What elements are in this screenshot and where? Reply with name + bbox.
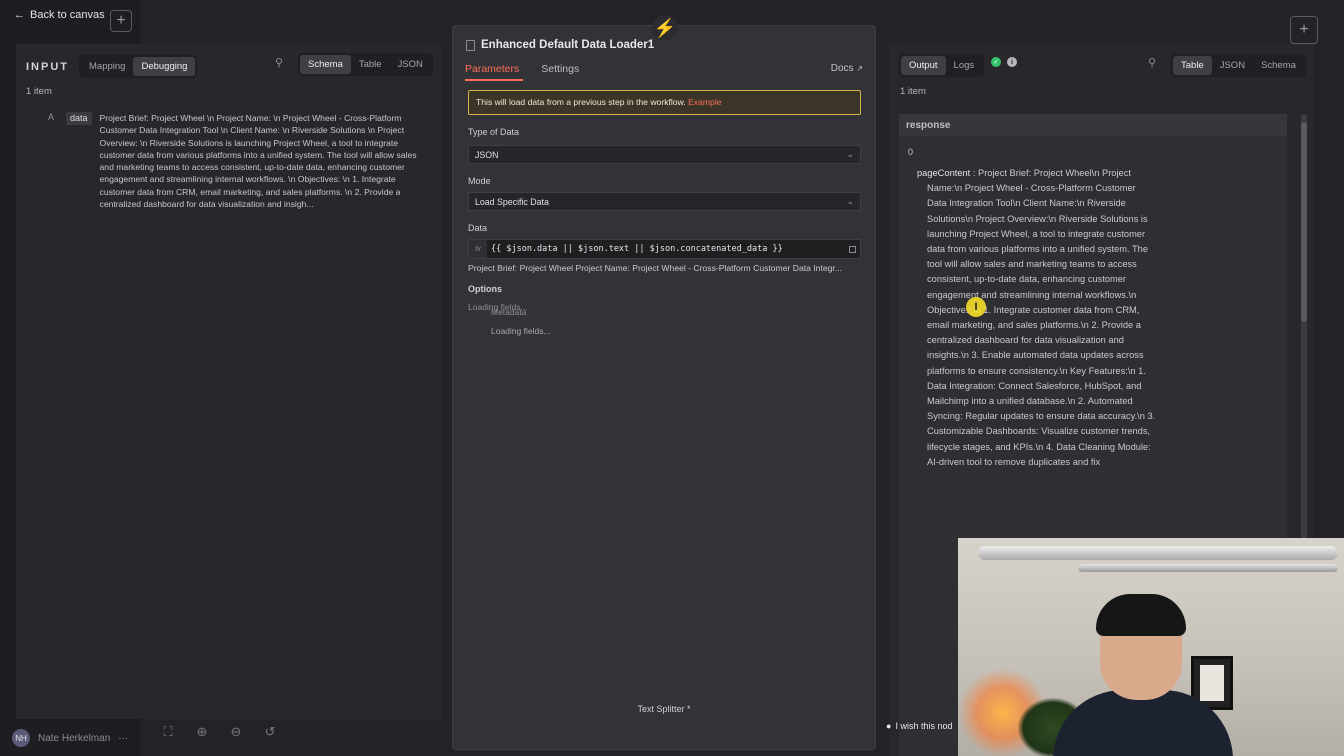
chevron-down-icon: ⌄ [846,196,854,206]
feedback-hint-text: I wish this nod [895,721,953,731]
user-name: Nate Herkelman [38,732,111,744]
output-item-count: 1 item [900,86,926,97]
tab-output[interactable]: Output [901,56,946,75]
feedback-hint[interactable]: ● I wish this nod [886,721,952,731]
back-to-canvas-button[interactable]: ← Back to canvas [14,9,105,21]
row-index: 0 [908,147,914,157]
output-view-toggle: Table JSON Schema [1171,54,1306,77]
tab-json[interactable]: JSON [1212,56,1253,75]
page-content-key: pageContent [917,168,971,178]
info-icon[interactable]: i [1007,57,1017,67]
chevron-down-icon: ⌄ [846,149,854,159]
search-icon[interactable]: ⚲ [1148,56,1156,69]
expression-result-preview: Project Brief: Project Wheel Project Nam… [468,263,842,273]
tab-schema[interactable]: Schema [300,55,351,74]
active-tab-indicator [465,79,523,81]
fx-icon: fx [469,240,487,258]
tab-parameters[interactable]: Parameters [465,63,519,75]
tab-json[interactable]: JSON [390,55,431,74]
mode-label: Mode [468,176,491,186]
input-mode-toggle: Mapping Debugging [79,55,198,78]
mode-value: Load Specific Data [475,197,549,207]
schema-field-value: Project Brief: Project Wheel \n Project … [99,113,417,210]
lightning-node-icon: ⚡ [652,15,678,41]
page-content-value: Project Brief: Project Wheel\n Project N… [927,168,1156,467]
zoom-out-icon[interactable]: ⊖ [228,724,244,740]
string-type-icon: A [48,112,55,122]
type-of-data-value: JSON [475,150,499,160]
scrollbar-thumb[interactable] [1301,122,1307,322]
mode-select[interactable]: Load Specific Data ⌄ [468,192,861,211]
user-menu[interactable]: NH Nate Herkelman ··· [12,729,128,747]
tab-logs[interactable]: Logs [946,56,983,75]
data-label: Data [468,223,488,233]
data-expression-value: {{ $json.data || $json.text || $json.con… [491,244,783,254]
add-node-plus-icon[interactable]: + [110,10,132,32]
webcam-pipe-lower [1078,564,1338,572]
tab-debugging[interactable]: Debugging [133,57,196,76]
lightbulb-icon: ● [886,721,892,731]
success-check-icon: ✓ [991,57,1001,67]
schema-field-row: A data Project Brief: Project Wheel \n P… [48,112,425,210]
fit-view-icon[interactable]: ⛶ [160,724,176,740]
notice-text: This will load data from a previous step… [476,97,686,107]
add-node-plus-icon-right[interactable]: + [1290,16,1318,44]
output-scrollbar[interactable] [1301,114,1307,594]
table-cell: pageContent : Project Brief: Project Whe… [917,168,1156,467]
tab-table[interactable]: Table [351,55,390,74]
back-to-canvas-label: Back to canvas [30,9,105,21]
docs-link[interactable]: Docs ↗ [831,63,863,74]
arrow-left-icon: ← [14,9,25,21]
tab-schema[interactable]: Schema [1253,56,1304,75]
external-link-icon: ↗ [856,64,863,73]
input-view-toggle: Schema Table JSON [298,53,433,76]
input-item-count: 1 item [26,86,52,97]
webcam-person-hair [1096,594,1186,636]
input-panel-title: INPUT [26,60,69,73]
schema-field-key[interactable]: data [66,112,92,125]
column-header-response: response [899,114,1287,136]
reset-icon[interactable]: ↺ [262,724,278,740]
text-splitter-connector-label[interactable]: Text Splitter * [453,704,875,714]
data-expression-input[interactable]: fx {{ $json.data || $json.text || $json.… [468,239,861,259]
tab-table[interactable]: Table [1173,56,1212,75]
metadata-label: Metadata [491,307,527,317]
webcam-pipe [978,546,1338,560]
type-of-data-label: Type of Data [468,127,520,137]
node-title[interactable]: Enhanced Default Data Loader1 [481,39,654,51]
search-icon[interactable]: ⚲ [275,56,283,69]
canvas-zoom-controls: ⛶ ⊕ ⊖ ↺ [160,724,278,740]
options-label: Options [468,284,502,294]
info-notice: This will load data from a previous step… [468,90,861,115]
expand-icon[interactable] [849,246,856,253]
more-options-icon[interactable]: ··· [118,733,128,744]
input-panel: INPUT Mapping Debugging ⚲ Schema Table J… [16,44,441,719]
avatar: NH [12,729,30,747]
output-mode-toggle: Output Logs [899,54,985,77]
node-parameters-panel: ⚡ Enhanced Default Data Loader1 Paramete… [452,15,876,750]
zoom-in-icon[interactable]: ⊕ [194,724,210,740]
text-cursor-icon: I [966,297,986,317]
tab-mapping[interactable]: Mapping [81,57,133,76]
type-of-data-select[interactable]: JSON ⌄ [468,145,861,164]
notice-example-link[interactable]: Example [688,97,721,107]
webcam-overlay [958,538,1344,756]
loading-fields-text-2: Loading fields... [491,326,551,336]
document-icon [466,39,475,51]
tab-settings[interactable]: Settings [541,63,579,75]
docs-link-label: Docs [830,63,854,74]
